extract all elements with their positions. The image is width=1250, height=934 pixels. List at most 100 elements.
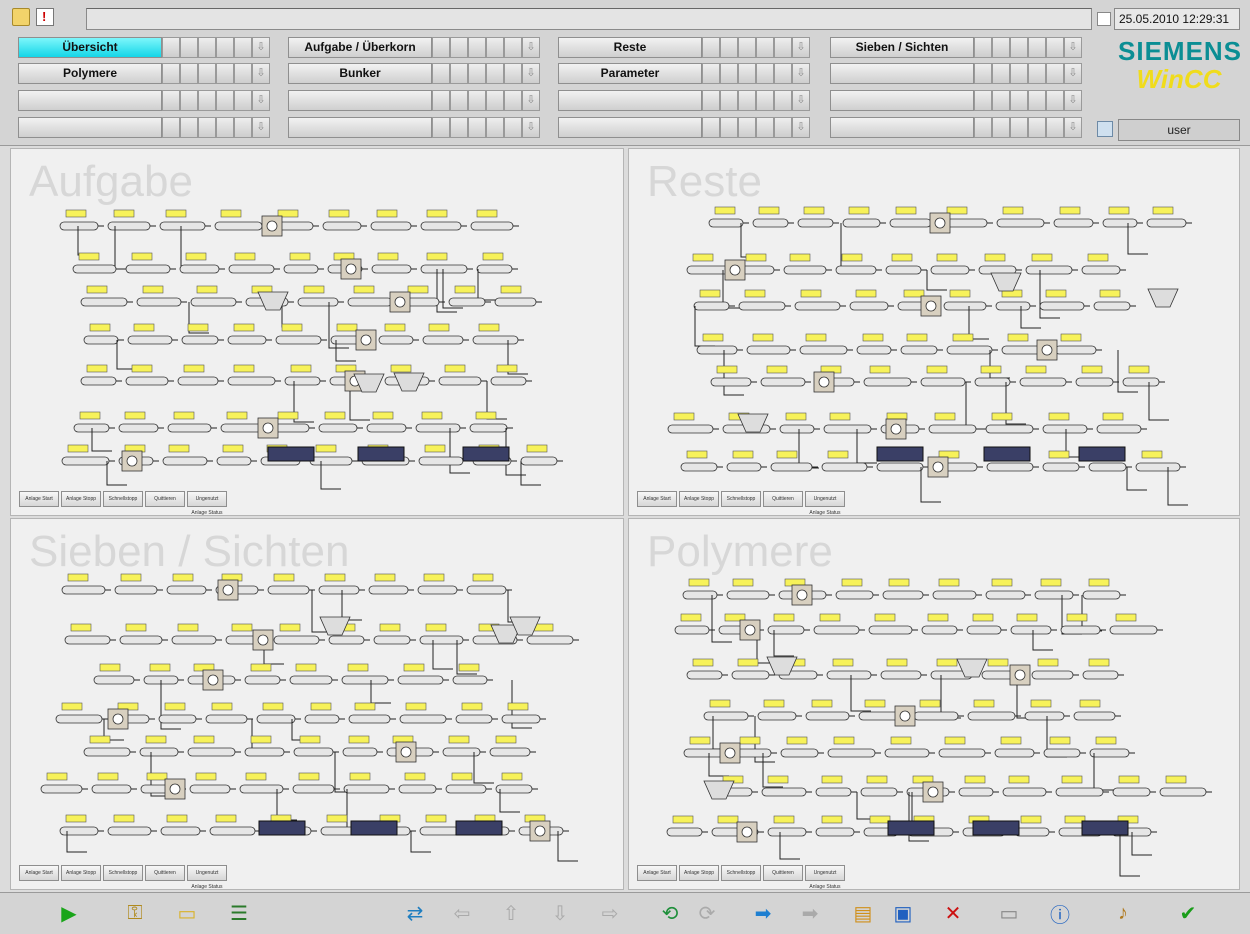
nav-subcell[interactable] — [702, 90, 720, 111]
conveyor[interactable] — [731, 670, 770, 680]
conveyor[interactable] — [244, 747, 285, 757]
conveyor[interactable] — [397, 675, 444, 685]
nav-subcell[interactable] — [234, 117, 252, 138]
conveyor[interactable] — [455, 714, 493, 724]
nav-subcell[interactable] — [738, 90, 756, 111]
nav-subcell[interactable] — [774, 117, 792, 138]
nav-subcell[interactable] — [198, 117, 216, 138]
nav-subcell[interactable] — [180, 90, 198, 111]
conveyor[interactable] — [136, 297, 182, 307]
nav-subcell[interactable] — [1010, 63, 1028, 84]
conveyor[interactable] — [974, 377, 1011, 387]
arrow-left-icon[interactable]: ⇦ — [445, 897, 479, 929]
user-icon[interactable] — [1097, 121, 1113, 137]
conveyor[interactable] — [244, 675, 281, 685]
dropdown-arrow-icon[interactable]: ⇩ — [522, 63, 540, 84]
conveyor[interactable] — [823, 424, 872, 434]
conveyor[interactable] — [469, 423, 508, 433]
conveyor[interactable] — [767, 827, 807, 837]
conveyor[interactable] — [470, 221, 514, 231]
conveyor[interactable] — [943, 301, 987, 311]
panel-control-button[interactable]: Quittieren — [763, 491, 803, 507]
conveyor[interactable] — [1010, 625, 1052, 635]
conveyor[interactable] — [1073, 711, 1116, 721]
conveyor[interactable] — [794, 301, 841, 311]
nav-subcell[interactable] — [468, 90, 486, 111]
conveyor[interactable] — [166, 585, 207, 595]
nav-subcell[interactable] — [162, 37, 180, 58]
dropdown-arrow-icon[interactable]: ⇩ — [522, 90, 540, 111]
conveyor[interactable] — [752, 218, 789, 228]
conveyor[interactable] — [189, 784, 231, 794]
panel-control-button[interactable]: Anlage Start — [637, 865, 677, 881]
nav-button[interactable]: Reste — [558, 37, 702, 58]
nav-subcell[interactable] — [1028, 63, 1046, 84]
conveyor[interactable] — [1082, 670, 1119, 680]
panel-control-button[interactable]: Ungenutzt Anlage Status — [187, 491, 227, 515]
nav-subcell[interactable] — [450, 63, 468, 84]
conveyor[interactable] — [686, 670, 723, 680]
nav-subcell[interactable] — [450, 90, 468, 111]
conveyor[interactable] — [994, 748, 1035, 758]
conveyor[interactable] — [693, 301, 730, 311]
conveyor[interactable] — [171, 635, 217, 645]
panel-control-button[interactable]: Anlage Start — [19, 491, 59, 507]
nav-subcell[interactable] — [774, 37, 792, 58]
conveyor[interactable] — [1042, 424, 1088, 434]
conveyor[interactable] — [438, 376, 482, 386]
conveyor[interactable] — [494, 297, 537, 307]
nav-subcell[interactable] — [504, 63, 522, 84]
conveyor[interactable] — [476, 264, 513, 274]
conveyor[interactable] — [815, 827, 855, 837]
nav-subcell[interactable] — [468, 37, 486, 58]
nav-subcell[interactable] — [1046, 90, 1064, 111]
nav-subcell[interactable] — [486, 90, 504, 111]
conveyor[interactable] — [856, 345, 892, 355]
nav-subcell[interactable] — [720, 90, 738, 111]
conveyor[interactable] — [177, 376, 219, 386]
conveyor[interactable] — [1039, 301, 1085, 311]
conveyor[interactable] — [1109, 625, 1158, 635]
panel-control-button[interactable]: Schnellstopp — [103, 491, 143, 507]
nav-subcell[interactable] — [432, 90, 450, 111]
panel-control-button[interactable]: Anlage Stopp — [61, 865, 101, 881]
conveyor[interactable] — [885, 265, 922, 275]
conveyor[interactable] — [322, 221, 362, 231]
conveyor[interactable] — [284, 376, 321, 386]
conveyor[interactable] — [1122, 377, 1160, 387]
conveyor[interactable] — [1043, 748, 1081, 758]
panel-reste[interactable]: Reste Anlage Start Anlage Stopp Schnellsto… — [628, 148, 1240, 516]
conveyor[interactable] — [64, 635, 111, 645]
panel-control-button[interactable]: Schnellstopp — [721, 865, 761, 881]
conveyor[interactable] — [1093, 301, 1131, 311]
conveyor[interactable] — [343, 784, 390, 794]
nav-subcell[interactable] — [162, 90, 180, 111]
conveyor[interactable] — [683, 748, 725, 758]
conveyor[interactable] — [466, 585, 507, 595]
nav-subcell[interactable] — [1010, 117, 1028, 138]
conveyor[interactable] — [1025, 265, 1073, 275]
nav-button[interactable] — [830, 90, 974, 111]
conveyor[interactable] — [283, 264, 319, 274]
forward-icon[interactable]: ➡ — [746, 897, 780, 929]
conveyor[interactable] — [835, 265, 877, 275]
conveyor[interactable] — [347, 297, 393, 307]
conveyor[interactable] — [696, 345, 738, 355]
panel-control-button[interactable]: Quittieren — [145, 865, 185, 881]
conveyor[interactable] — [783, 265, 827, 275]
conveyor[interactable] — [216, 456, 252, 466]
conveyor[interactable] — [726, 590, 770, 600]
conveyor[interactable] — [986, 462, 1034, 472]
nav-button[interactable]: Aufgabe / Überkorn — [288, 37, 432, 58]
nav-subcell[interactable] — [432, 117, 450, 138]
conveyor[interactable] — [139, 747, 179, 757]
conveyor[interactable] — [422, 335, 464, 345]
dropdown-arrow-icon[interactable]: ⇩ — [792, 37, 810, 58]
nav-button[interactable]: Sieben / Sichten — [830, 37, 974, 58]
conveyor[interactable] — [275, 335, 322, 345]
nav-subcell[interactable] — [468, 117, 486, 138]
conveyor[interactable] — [181, 335, 219, 345]
conveyor[interactable] — [399, 714, 447, 724]
nav-subcell[interactable] — [720, 117, 738, 138]
conveyor[interactable] — [419, 826, 460, 836]
